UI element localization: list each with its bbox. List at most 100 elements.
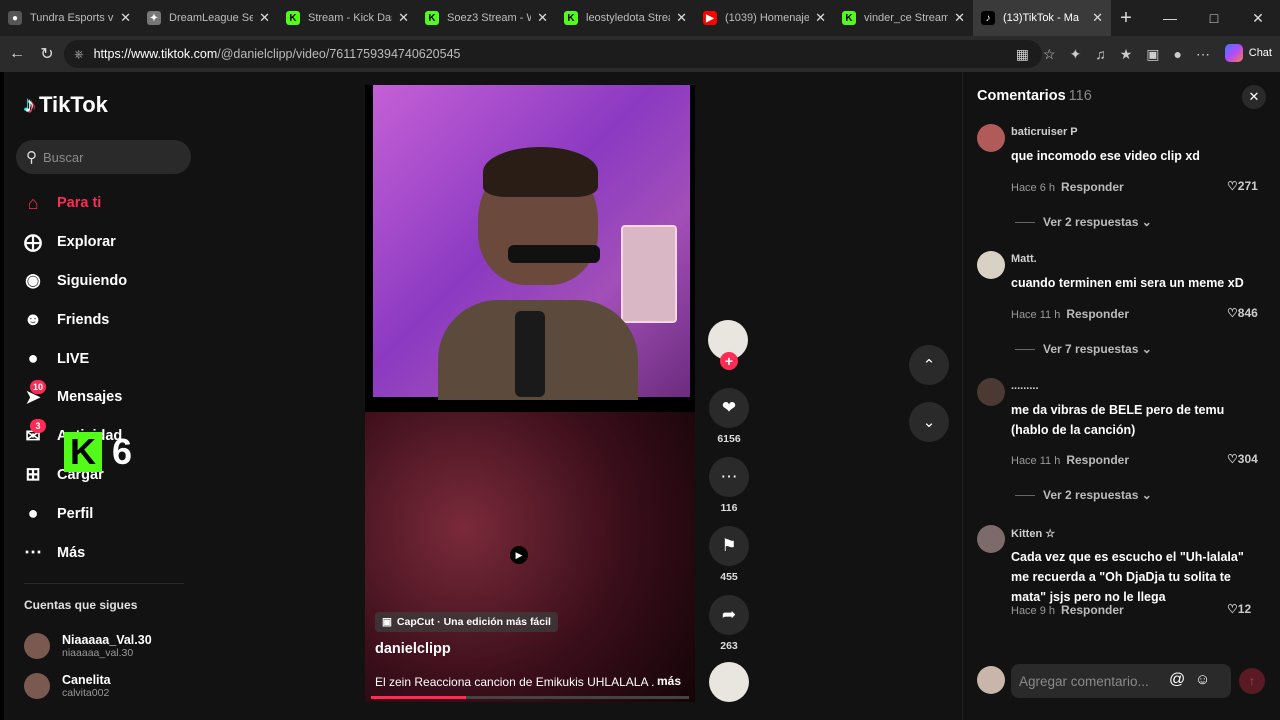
minimize-icon[interactable]: — xyxy=(1148,0,1192,36)
play-icon[interactable]: ▶ xyxy=(510,546,528,564)
sidebar-item-messages[interactable]: ➤ 10 Mensajes xyxy=(20,378,200,417)
tab-close-icon[interactable]: ✕ xyxy=(815,10,826,26)
send-icon[interactable]: ↑ xyxy=(1239,668,1265,694)
apps-icon[interactable]: ▦ xyxy=(1016,46,1029,63)
reply-button[interactable]: Responder xyxy=(1061,180,1124,194)
screenshot-icon[interactable]: ▣ xyxy=(1146,46,1159,63)
comment-user[interactable]: baticruiser P xyxy=(1011,126,1078,138)
notification-badge: 3 xyxy=(30,418,46,433)
share-action[interactable]: ➦ 263 xyxy=(709,595,749,652)
commenter-avatar[interactable] xyxy=(977,525,1005,553)
browser-tab[interactable]: K Stream - Kick Dashb ✕ xyxy=(278,0,417,36)
compass-icon: ⨁ xyxy=(24,231,42,252)
favorites-icon[interactable]: ★ xyxy=(1120,46,1133,63)
url-field[interactable]: ⎈ https://www.tiktok.com/@danielclipp/vi… xyxy=(64,40,1042,68)
sidebar-item-profile[interactable]: ● Perfil xyxy=(20,494,200,533)
emoji-icon[interactable]: ☺ xyxy=(1195,671,1210,688)
likes-count: 6156 xyxy=(717,433,741,445)
sound-avatar[interactable] xyxy=(709,662,749,702)
comment-likes-count: 304 xyxy=(1237,452,1258,466)
commenter-avatar[interactable] xyxy=(977,378,1005,406)
music-icon[interactable]: ♫ xyxy=(1095,46,1106,62)
extensions-icon[interactable]: ✦ xyxy=(1070,46,1082,63)
live-icon: ● xyxy=(27,348,39,369)
commenter-avatar[interactable] xyxy=(977,124,1005,152)
video-player[interactable]: ▶ ▣ CapCut · Una edición más fácil danie… xyxy=(365,85,695,702)
sidebar-item-home[interactable]: ⌂ Para ti xyxy=(20,184,200,223)
site-info-icon[interactable]: ⎈ xyxy=(74,47,84,62)
browser-tab[interactable]: ♪ (13)TikTok - Ma ✕ xyxy=(973,0,1111,36)
browser-tab[interactable]: Kvinder_ce Stream - ✕ xyxy=(834,0,973,36)
sidebar-item-friends[interactable]: ☻ Friends xyxy=(20,300,200,339)
wings-icon: ✦ xyxy=(147,11,161,25)
save-action[interactable]: ⚑ 455 xyxy=(709,526,749,583)
comment-icon[interactable]: ⋯ xyxy=(709,457,749,497)
sidebar-item-more[interactable]: ⋯ Más xyxy=(20,533,200,572)
commenter-avatar[interactable] xyxy=(977,251,1005,279)
sidebar-divider xyxy=(24,583,184,584)
video-description: El zein Reacciona cancion de Emikukis UH… xyxy=(375,675,655,689)
tab-title: vinder_ce Stream - xyxy=(864,12,949,24)
video-progress-bar[interactable] xyxy=(371,696,689,699)
chevron-up-icon[interactable]: ⌃ xyxy=(909,345,949,385)
tab-close-icon[interactable]: ✕ xyxy=(537,10,548,26)
close-window-icon[interactable]: ✕ xyxy=(1236,0,1280,36)
browser-tab[interactable]: K Soez3 Stream - Wat ✕ xyxy=(417,0,556,36)
comment-likes[interactable]: ♡12 xyxy=(1227,602,1251,616)
capcut-tag[interactable]: ▣ CapCut · Una edición más fácil xyxy=(375,612,558,632)
tab-close-icon[interactable]: ✕ xyxy=(120,10,131,26)
close-icon[interactable]: ✕ xyxy=(1242,85,1266,109)
menu-dots-icon[interactable]: ⋯ xyxy=(1196,46,1210,63)
favorite-star-icon[interactable]: ☆ xyxy=(1043,46,1056,63)
reply-button[interactable]: Responder xyxy=(1061,603,1124,617)
browser-tab[interactable]: ● Tundra Esports vs Te ✕ xyxy=(0,0,139,36)
browser-tab[interactable]: ✦ DreamLeague Seaso ✕ xyxy=(139,0,278,36)
following-item[interactable]: Canelita calvita002 xyxy=(24,666,152,706)
tab-close-icon[interactable]: ✕ xyxy=(676,10,687,26)
view-replies-button[interactable]: Ver 2 respuestas ⌄ xyxy=(1015,215,1152,229)
copilot-chat-button[interactable]: Chat xyxy=(1224,44,1272,62)
sidebar-item-following[interactable]: ◉ Siguiendo xyxy=(20,262,200,301)
view-replies-button[interactable]: Ver 2 respuestas ⌄ xyxy=(1015,488,1152,502)
reply-button[interactable]: Responder xyxy=(1066,307,1129,321)
reply-line xyxy=(1015,348,1035,350)
comment-action[interactable]: ⋯ 116 xyxy=(709,457,749,514)
following-item[interactable]: Niaaaaa_Val.30 niaaaaa_val.30 xyxy=(24,626,152,666)
heart-icon[interactable]: ❤ xyxy=(709,388,749,428)
comment-user[interactable]: Kitten ☆ xyxy=(1011,527,1055,540)
tab-close-icon[interactable]: ✕ xyxy=(259,10,270,26)
like-action[interactable]: ❤ 6156 xyxy=(709,388,749,445)
sidebar-item-compass[interactable]: ⨁ Explorar xyxy=(20,223,200,262)
comment-user[interactable]: ......... xyxy=(1011,380,1039,392)
reply-button[interactable]: Responder xyxy=(1066,453,1129,467)
tab-title: leostyledota Stream xyxy=(586,12,670,24)
follow-plus-icon[interactable]: + xyxy=(720,352,738,370)
sidebar-item-live[interactable]: ● LIVE xyxy=(20,339,200,378)
comment-likes[interactable]: ♡304 xyxy=(1227,452,1258,466)
bookmark-icon[interactable]: ⚑ xyxy=(709,526,749,566)
mention-icon[interactable]: @ xyxy=(1169,671,1185,689)
chevron-down-icon[interactable]: ⌄ xyxy=(909,402,949,442)
share-icon[interactable]: ➦ xyxy=(709,595,749,635)
profile-avatar-icon[interactable]: ● xyxy=(1174,46,1182,62)
reload-icon[interactable]: ↻ xyxy=(32,44,62,64)
game-icon: ● xyxy=(8,11,22,25)
tab-close-icon[interactable]: ✕ xyxy=(398,10,409,26)
browser-tab[interactable]: ▶ (1039) Homenaje a ✕ xyxy=(695,0,834,36)
browser-tab[interactable]: Kleostyledota Stream ✕ xyxy=(556,0,695,36)
comment-likes[interactable]: ♡846 xyxy=(1227,306,1258,320)
video-author[interactable]: danielclipp xyxy=(375,641,451,657)
tab-close-icon[interactable]: ✕ xyxy=(1092,10,1103,26)
description-more-link[interactable]: más xyxy=(657,674,681,688)
comment-user[interactable]: Matt. xyxy=(1011,253,1037,265)
maximize-icon[interactable]: □ xyxy=(1192,0,1236,36)
tiktok-logo[interactable]: ♪ TikTok xyxy=(24,92,108,118)
new-tab-button[interactable]: + xyxy=(1111,7,1141,30)
comment-text: que incomodo ese video clip xd xyxy=(1011,149,1200,163)
tab-close-icon[interactable]: ✕ xyxy=(954,10,965,26)
search-input[interactable]: ⚲ Buscar xyxy=(16,140,191,174)
comment-likes[interactable]: ♡271 xyxy=(1227,179,1258,193)
back-icon[interactable]: ← xyxy=(2,45,32,63)
view-replies-button[interactable]: Ver 7 respuestas ⌄ xyxy=(1015,342,1152,356)
following-name: Canelita xyxy=(62,673,111,687)
